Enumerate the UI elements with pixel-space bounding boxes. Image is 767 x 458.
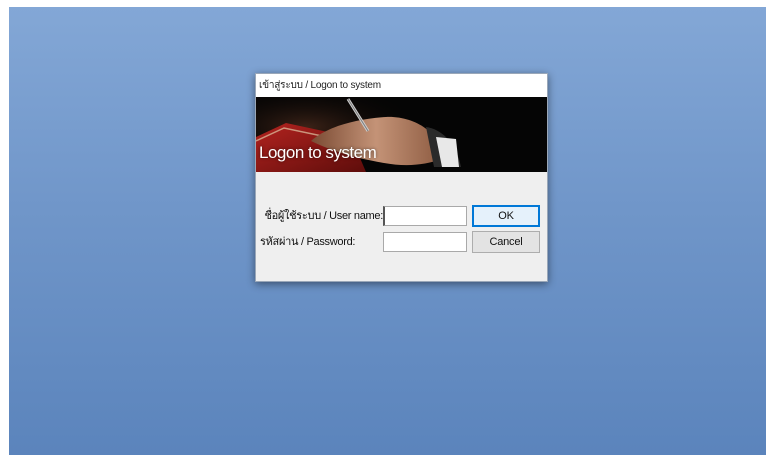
logon-dialog: เข้าสู่ระบบ / Logon to system Logon to s… <box>255 73 548 282</box>
banner-image: Logon to system <box>256 97 547 172</box>
password-label: รหัสผ่าน / Password: <box>260 236 356 248</box>
password-row: รหัสผ่าน / Password: Cancel <box>256 231 547 253</box>
username-input[interactable] <box>383 206 467 226</box>
banner-title: Logon to system <box>259 143 377 162</box>
dialog-title: เข้าสู่ระบบ / Logon to system <box>256 74 547 97</box>
ok-button[interactable]: OK <box>472 205 540 227</box>
cancel-button[interactable]: Cancel <box>472 231 540 253</box>
username-row: ชื่อผู้ใช้ระบบ / User name: OK <box>256 205 547 227</box>
password-input[interactable] <box>383 232 467 252</box>
desktop-background: เข้าสู่ระบบ / Logon to system Logon to s… <box>9 7 766 455</box>
username-label: ชื่อผู้ใช้ระบบ / User name: <box>264 210 383 222</box>
